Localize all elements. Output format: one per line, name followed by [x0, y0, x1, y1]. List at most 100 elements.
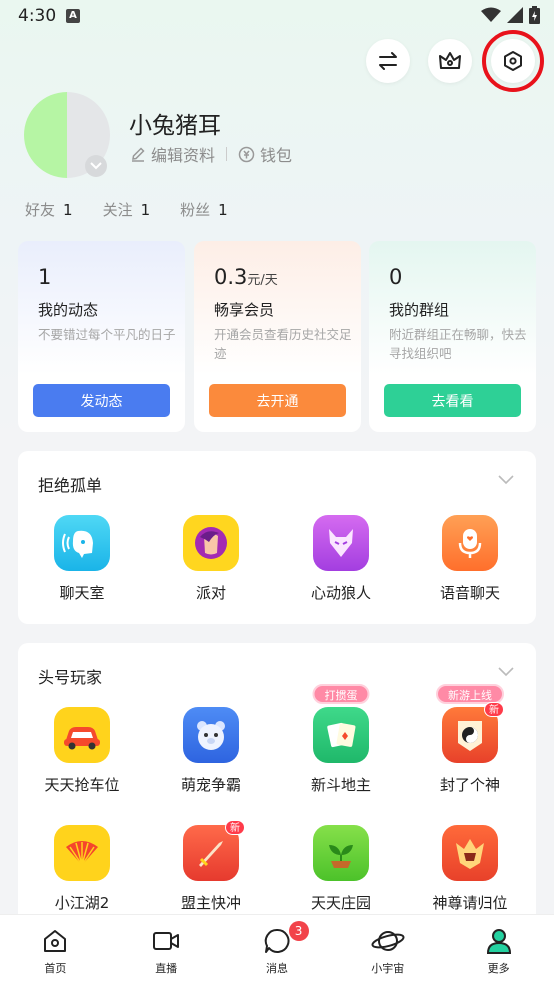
planet-icon	[371, 931, 405, 951]
app-label: 天天抢车位	[44, 776, 120, 794]
wifi-icon	[481, 7, 501, 22]
pencil-icon	[132, 147, 145, 162]
open-vip-button[interactable]: 去开通	[209, 384, 346, 417]
edit-profile-link[interactable]: 编辑资料	[130, 142, 215, 166]
app-pet-battle[interactable]: 萌宠争霸	[156, 707, 266, 795]
avatar-chevron-icon[interactable]	[85, 155, 107, 177]
werewolf-icon	[313, 515, 369, 571]
home-icon	[44, 930, 67, 952]
section-games: 头号玩家 天天抢车位 萌宠争霸 打掼蛋 新斗地主 新游上线 新 封了个神 小江湖…	[18, 643, 536, 933]
app-label: 新斗地主	[310, 776, 371, 794]
nav-home[interactable]: 首页	[0, 915, 111, 984]
card-count: 0	[389, 265, 403, 289]
card-my-groups[interactable]: 0 我的群组 附近群组正在畅聊，快去寻找组织吧 去看看	[369, 241, 536, 432]
app-mengzhu[interactable]: 新 盟主快冲	[156, 820, 266, 913]
app-label: 语音聊天	[439, 584, 500, 602]
nav-label: 直播	[155, 962, 178, 975]
card-desc: 附近群组正在畅聊，快去寻找组织吧	[389, 327, 527, 361]
profile-links: 编辑资料 钱包	[130, 142, 292, 166]
stats-row: 好友 1 关注 1 粉丝 1	[25, 199, 258, 220]
stat-value: 1	[63, 200, 73, 219]
battery-icon	[529, 6, 540, 24]
nav-messages[interactable]: 3 消息	[222, 915, 333, 984]
app-werewolf[interactable]: 心动狼人	[286, 515, 396, 603]
notification-icon: A	[66, 9, 80, 23]
signal-icon	[507, 7, 523, 23]
app-party[interactable]: 派对	[156, 515, 266, 603]
username: 小兔猪耳	[129, 113, 221, 139]
status-icons	[481, 6, 540, 24]
app-feng-shen[interactable]: 新游上线 新 封了个神	[415, 684, 525, 795]
view-groups-button[interactable]: 去看看	[384, 384, 521, 417]
pet-bear-icon	[183, 707, 239, 763]
app-label: 聊天室	[59, 584, 105, 602]
card-my-posts[interactable]: 1 我的动态 不要错过每个平凡的日子 发动态	[18, 241, 185, 432]
promo-pill: 新游上线	[436, 684, 504, 704]
voice-chat-icon	[442, 515, 498, 571]
app-label: 派对	[195, 584, 226, 602]
card-vip[interactable]: 0.3元/天 畅享会员 开通会员查看历史社交足迹 去开通	[194, 241, 361, 432]
coin-icon	[238, 146, 255, 162]
stat-value: 1	[218, 200, 228, 219]
stat-label: 关注	[102, 201, 133, 219]
taiji-icon: 新游上线 新	[436, 684, 504, 763]
app-shenzun[interactable]: 神尊请归位	[415, 825, 525, 913]
switch-icon	[379, 52, 397, 70]
cards-icon: 打掼蛋	[312, 684, 370, 763]
new-badge: 新	[225, 820, 245, 835]
stat-fans[interactable]: 粉丝 1	[180, 199, 228, 220]
new-badge: 新	[484, 702, 504, 717]
app-jianghu[interactable]: 小江湖2	[27, 825, 137, 913]
message-icon	[264, 928, 290, 953]
bottom-nav: 首页 直播 3 消息 小宇宙 更多	[0, 914, 554, 984]
nav-more[interactable]: 更多	[443, 915, 554, 984]
car-icon	[54, 707, 110, 763]
app-label: 神尊请归位	[432, 894, 508, 912]
app-label: 心动狼人	[310, 584, 371, 602]
app-label: 小江湖2	[54, 894, 110, 912]
nav-label: 首页	[44, 962, 67, 975]
status-time: 4:30	[18, 6, 57, 26]
app-landlord[interactable]: 打掼蛋 新斗地主	[286, 684, 396, 795]
app-chatroom[interactable]: 聊天室	[27, 515, 137, 603]
highlight-circle	[482, 30, 544, 92]
nav-label: 小宇宙	[371, 962, 405, 975]
edit-profile-label: 编辑资料	[151, 146, 216, 165]
wallet-label: 钱包	[260, 146, 293, 165]
card-title: 我的群组	[389, 301, 450, 319]
vip-button[interactable]	[428, 39, 472, 83]
nav-label: 更多	[487, 962, 510, 975]
sword-icon: 新	[183, 820, 245, 881]
stat-label: 好友	[25, 201, 56, 219]
app-car-parking[interactable]: 天天抢车位	[27, 707, 137, 795]
card-title: 我的动态	[38, 301, 99, 319]
chevron-down-icon[interactable]	[498, 667, 514, 677]
nav-universe[interactable]: 小宇宙	[332, 915, 443, 984]
stat-friends[interactable]: 好友 1	[25, 199, 73, 220]
nav-live[interactable]: 直播	[111, 915, 222, 984]
section-title: 头号玩家	[38, 668, 103, 687]
fan-icon	[54, 825, 110, 881]
app-farm[interactable]: 天天庄园	[286, 825, 396, 913]
message-count-badge: 3	[288, 921, 309, 941]
stat-label: 粉丝	[180, 201, 211, 219]
app-voice-chat[interactable]: 语音聊天	[415, 515, 525, 603]
crown-icon	[439, 52, 461, 69]
plant-icon	[313, 825, 369, 881]
status-bar: 4:30 A	[0, 0, 554, 32]
chatroom-icon	[54, 515, 110, 571]
party-icon	[183, 515, 239, 571]
app-label: 盟主快冲	[180, 894, 241, 912]
post-button[interactable]: 发动态	[33, 384, 170, 417]
card-title: 畅享会员	[214, 301, 275, 319]
app-label: 萌宠争霸	[180, 776, 241, 794]
nav-label: 消息	[265, 962, 288, 975]
wallet-link[interactable]: 钱包	[238, 142, 292, 166]
switch-account-button[interactable]	[366, 39, 410, 83]
promo-pill: 打掼蛋	[312, 684, 370, 704]
section-title: 拒绝孤单	[38, 476, 103, 495]
live-icon	[153, 932, 180, 950]
stat-following[interactable]: 关注 1	[103, 199, 151, 220]
divider	[226, 147, 228, 161]
chevron-down-icon[interactable]	[498, 475, 514, 485]
